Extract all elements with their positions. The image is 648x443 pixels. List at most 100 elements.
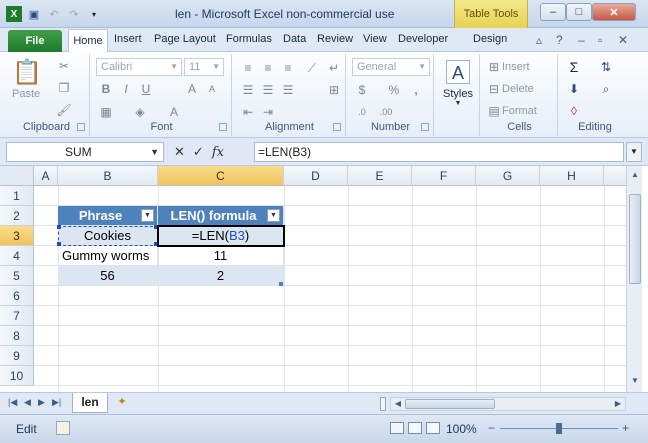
row-header-10[interactable]: 10 <box>0 366 34 386</box>
tab-data[interactable]: Data <box>283 33 306 45</box>
macro-recording-icon[interactable] <box>56 421 70 435</box>
styles-button[interactable]: A Styles ▼ <box>440 60 476 107</box>
copy-icon[interactable]: ❐ <box>56 80 72 96</box>
help-icon[interactable]: ? <box>556 33 563 47</box>
row-header-7[interactable]: 7 <box>0 306 34 326</box>
font-color-icon[interactable]: A <box>166 104 182 120</box>
decrease-indent-icon[interactable]: ⇤ <box>240 104 256 120</box>
expand-formula-bar-icon[interactable]: ▼ <box>626 142 642 162</box>
normal-view-icon[interactable] <box>390 422 404 434</box>
workbook-close-icon[interactable]: ✕ <box>618 33 628 47</box>
redo-icon[interactable]: ↷ <box>66 6 82 22</box>
underline-icon[interactable]: U <box>138 81 154 97</box>
tab-split-handle[interactable] <box>380 397 386 411</box>
column-header-b[interactable]: B <box>58 166 158 186</box>
next-sheet-icon[interactable]: ▶ <box>38 397 45 408</box>
last-sheet-icon[interactable]: ▶| <box>52 397 61 408</box>
shrink-font-icon[interactable]: A <box>204 81 220 97</box>
zoom-out-button[interactable]: − <box>488 421 495 435</box>
formula-input[interactable]: =LEN(B3) <box>254 142 624 162</box>
close-button[interactable]: ✕ <box>592 3 636 21</box>
enter-icon[interactable]: ✓ <box>193 144 204 160</box>
worksheet-grid[interactable]: A B C D E F G H 1 2 3 4 5 6 7 8 9 10 Phr… <box>0 166 626 392</box>
sort-filter-icon[interactable]: ⇅ <box>598 59 614 75</box>
find-select-icon[interactable]: ⌕ <box>598 81 614 97</box>
row-header-4[interactable]: 4 <box>0 246 34 266</box>
fill-color-icon[interactable]: ◈ <box>132 104 148 120</box>
font-launcher-icon[interactable] <box>219 123 227 131</box>
fill-icon[interactable]: ⬇ <box>566 81 582 97</box>
row-header-8[interactable]: 8 <box>0 326 34 346</box>
tab-home[interactable]: Home <box>68 29 108 53</box>
zoom-level[interactable]: 100% <box>446 422 477 436</box>
minimize-button[interactable]: – <box>540 3 566 21</box>
column-header-f[interactable]: F <box>412 166 476 186</box>
increase-decimal-icon[interactable]: .0 <box>354 104 370 120</box>
tab-design[interactable]: Design <box>473 33 507 45</box>
grow-font-icon[interactable]: A <box>184 81 200 97</box>
column-header-g[interactable]: G <box>476 166 540 186</box>
vertical-scrollbar[interactable]: ▲ ▼ <box>626 166 642 392</box>
workbook-restore-icon[interactable]: ▫ <box>598 33 602 47</box>
insert-worksheet-icon[interactable]: ✦ <box>112 395 132 411</box>
currency-icon[interactable]: $ <box>354 82 370 98</box>
scroll-down-icon[interactable]: ▼ <box>628 374 642 388</box>
percent-icon[interactable]: % <box>386 82 402 98</box>
number-launcher-icon[interactable] <box>421 123 429 131</box>
clipboard-launcher-icon[interactable] <box>77 123 85 131</box>
cell-b5[interactable]: 56 <box>58 266 158 286</box>
row-header-6[interactable]: 6 <box>0 286 34 306</box>
insert-cells-button[interactable]: ⊞ Insert <box>486 59 530 75</box>
cell-b4[interactable]: Gummy worms <box>58 246 158 266</box>
format-cells-button[interactable]: ▤ Format <box>486 103 537 119</box>
workbook-minimize-icon[interactable]: – <box>578 33 585 47</box>
align-left-icon[interactable]: ☰ <box>240 82 256 98</box>
align-middle-icon[interactable]: ≡ <box>260 60 276 76</box>
number-format-combo[interactable]: General ▼ <box>352 58 430 76</box>
horizontal-scroll-thumb[interactable] <box>405 399 495 409</box>
horizontal-scrollbar[interactable]: ◀ ▶ <box>390 397 626 411</box>
column-header-e[interactable]: E <box>348 166 412 186</box>
filter-dropdown-icon[interactable]: ▼ <box>141 209 154 222</box>
italic-icon[interactable]: I <box>118 81 134 97</box>
page-layout-view-icon[interactable] <box>408 422 422 434</box>
align-top-icon[interactable]: ≡ <box>240 60 256 76</box>
customize-qat-icon[interactable]: ▾ <box>86 6 102 22</box>
table-header-phrase[interactable]: Phrase ▼ <box>58 206 158 226</box>
row-header-3[interactable]: 3 <box>0 226 34 246</box>
scroll-up-icon[interactable]: ▲ <box>628 168 642 182</box>
reference-corner-handle[interactable] <box>57 225 61 229</box>
minimize-ribbon-icon[interactable]: ▵ <box>536 33 542 47</box>
align-bottom-icon[interactable]: ≡ <box>280 60 296 76</box>
zoom-slider-thumb[interactable] <box>556 423 562 434</box>
decrease-decimal-icon[interactable]: .00 <box>378 104 394 120</box>
font-name-combo[interactable]: Calibri ▼ <box>96 58 182 76</box>
paste-button[interactable]: 📋 Paste <box>12 58 42 100</box>
row-header-2[interactable]: 2 <box>0 206 34 226</box>
format-painter-icon[interactable]: 🖌 <box>56 102 72 118</box>
autosum-icon[interactable]: Σ <box>566 59 582 75</box>
page-break-view-icon[interactable] <box>426 422 440 434</box>
first-sheet-icon[interactable]: |◀ <box>8 397 17 408</box>
name-box[interactable]: SUM ▼ <box>6 142 164 162</box>
scroll-left-icon[interactable]: ◀ <box>391 397 405 411</box>
cell-c5[interactable]: 2 <box>158 266 284 286</box>
tab-developer[interactable]: Developer <box>398 33 448 45</box>
cut-icon[interactable]: ✂ <box>56 58 72 74</box>
bold-icon[interactable]: B <box>98 81 114 97</box>
tab-file[interactable]: File <box>8 30 62 52</box>
merge-center-icon[interactable]: ⊞ <box>326 82 342 98</box>
orientation-icon[interactable]: ⟋ <box>304 60 320 76</box>
wrap-text-icon[interactable]: ↵ <box>326 60 342 76</box>
column-header-a[interactable]: A <box>34 166 58 186</box>
column-header-c[interactable]: C <box>158 166 284 186</box>
row-header-9[interactable]: 9 <box>0 346 34 366</box>
table-header-len-formula[interactable]: LEN() formula ▼ <box>158 206 284 226</box>
align-center-icon[interactable]: ☰ <box>260 82 276 98</box>
maximize-button[interactable]: □ <box>566 3 592 21</box>
tab-view[interactable]: View <box>363 33 387 45</box>
excel-app-icon[interactable]: X <box>6 6 22 22</box>
column-header-h[interactable]: H <box>540 166 604 186</box>
vertical-scroll-thumb[interactable] <box>629 194 641 284</box>
font-size-combo[interactable]: 11 ▼ <box>184 58 224 76</box>
